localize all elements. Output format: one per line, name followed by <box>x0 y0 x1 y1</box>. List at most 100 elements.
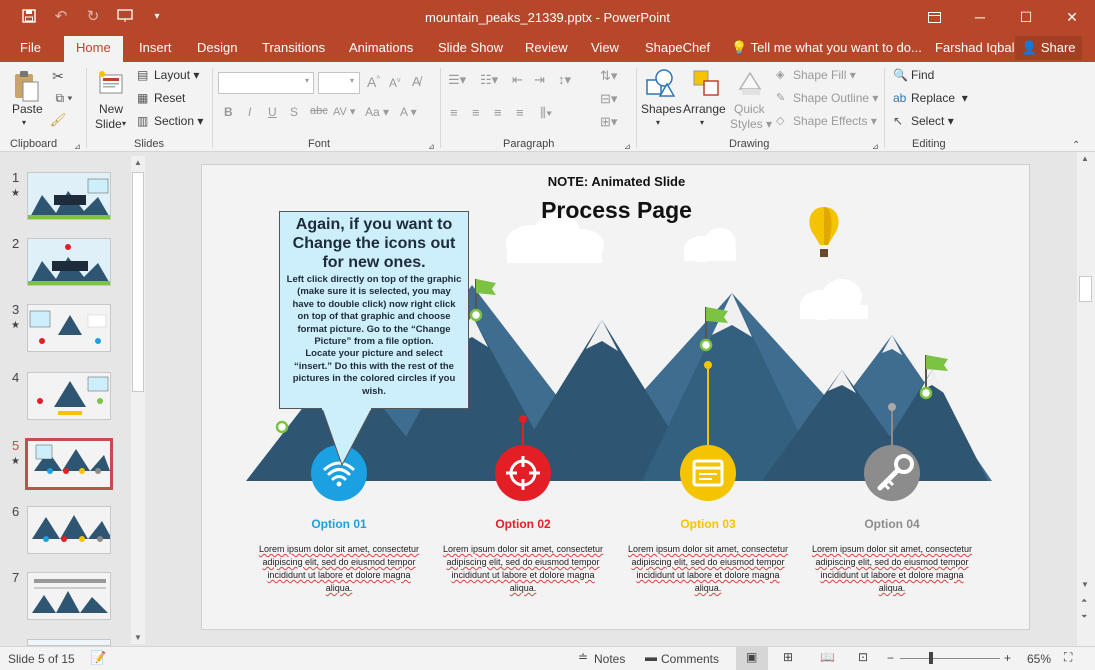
replace-button[interactable]: Replace ▾ <box>911 91 968 105</box>
paste-dropdown-icon[interactable]: ▾ <box>22 118 26 127</box>
clipboard-launcher-icon[interactable]: ⊿ <box>74 142 81 151</box>
option-description[interactable]: Lorem ipsum dolor sit amet, consectetur … <box>437 543 609 595</box>
font-launcher-icon[interactable]: ⊿ <box>428 142 435 151</box>
option-title[interactable]: Option 01 <box>259 517 419 531</box>
tab-animations[interactable]: Animations <box>349 40 413 55</box>
find-button[interactable]: Find <box>911 68 934 82</box>
user-name[interactable]: Farshad Iqbal <box>935 40 1015 55</box>
justify-icon[interactable]: ≡ <box>516 105 524 120</box>
slide-thumbnail[interactable] <box>27 506 111 554</box>
slide-note[interactable]: NOTE: Animated Slide <box>202 174 1029 189</box>
option-title[interactable]: Option 03 <box>628 517 788 531</box>
font-size-dropdown-icon[interactable]: ▾ <box>350 76 354 85</box>
tab-transitions[interactable]: Transitions <box>262 40 325 55</box>
convert-smartart-icon[interactable]: ⊞▾ <box>600 114 617 130</box>
ribbon-display-options-icon[interactable] <box>911 0 957 34</box>
numbering-icon[interactable]: ☷▾ <box>480 72 498 88</box>
scroll-thumb[interactable] <box>1079 276 1092 302</box>
font-name-input[interactable] <box>218 72 314 94</box>
paste-button[interactable]: Paste <box>12 102 43 116</box>
slide-canvas[interactable]: NOTE: Animated Slide Process Page Again,… <box>201 164 1030 630</box>
share-button[interactable]: 👤 Share <box>1015 36 1082 60</box>
change-case-icon[interactable]: Aa ▾ <box>365 105 389 119</box>
instruction-callout[interactable]: Again, if you want to Change the icons o… <box>279 211 469 409</box>
option-title[interactable]: Option 04 <box>812 517 972 531</box>
select-button[interactable]: Select ▾ <box>911 114 954 128</box>
format-painter-icon[interactable]: 🖌 <box>50 112 67 128</box>
tab-home[interactable]: Home <box>64 36 123 62</box>
shadow-icon[interactable]: S <box>290 105 298 119</box>
new-slide-label[interactable]: Slide <box>95 117 122 131</box>
slide-scrollbar[interactable]: ▲ ▼ ⏶ ⏷ <box>1077 152 1095 646</box>
option-description[interactable]: Lorem ipsum dolor sit amet, consectetur … <box>622 543 794 595</box>
tab-slide-show[interactable]: Slide Show <box>438 40 503 55</box>
slideshow-view-icon[interactable]: ⊡ <box>858 650 868 664</box>
shapes-button[interactable]: Shapes <box>641 102 682 116</box>
slide-thumbnail-active[interactable] <box>25 438 113 490</box>
tab-view[interactable]: View <box>591 40 619 55</box>
reading-view-icon[interactable]: 📖 <box>820 650 835 664</box>
tell-me-box[interactable]: 💡 Tell me what you want to do... <box>731 40 922 56</box>
paragraph-launcher-icon[interactable]: ⊿ <box>624 142 631 151</box>
line-spacing-icon[interactable]: ↕▾ <box>558 72 571 88</box>
zoom-slider-thumb[interactable] <box>929 652 933 664</box>
slide-thumbnail[interactable] <box>27 172 111 220</box>
comments-button[interactable]: Comments <box>661 652 719 666</box>
increase-font-icon[interactable]: A^ <box>367 74 380 90</box>
reset-button[interactable]: Reset <box>154 91 185 105</box>
option-description[interactable]: Lorem ipsum dolor sit amet, consectetur … <box>253 543 425 595</box>
shape-outline-button[interactable]: Shape Outline ▾ <box>793 91 878 105</box>
align-center-icon[interactable]: ≡ <box>472 105 480 120</box>
align-left-icon[interactable]: ≡ <box>450 105 458 120</box>
scroll-down-icon[interactable]: ▼ <box>134 633 142 642</box>
quick-styles-icon[interactable] <box>734 66 766 100</box>
arrange-button[interactable]: Arrange <box>683 102 726 116</box>
quick-styles-button[interactable]: Quick <box>734 102 765 116</box>
character-spacing-icon[interactable]: AV ▾ <box>333 105 355 118</box>
paste-icon[interactable] <box>10 68 42 104</box>
align-right-icon[interactable]: ≡ <box>494 105 502 120</box>
italic-icon[interactable]: I <box>248 105 251 119</box>
option-title[interactable]: Option 02 <box>443 517 603 531</box>
tab-shapechef[interactable]: ShapeChef <box>645 40 710 55</box>
underline-icon[interactable]: U <box>268 105 277 119</box>
slide-thumbnail[interactable] <box>27 304 111 352</box>
spelling-check-icon[interactable]: 📝 <box>90 650 106 666</box>
clear-formatting-icon[interactable]: A̸ <box>412 74 421 89</box>
minimize-icon[interactable]: ─ <box>957 0 1003 34</box>
tab-insert[interactable]: Insert <box>139 40 172 55</box>
tab-design[interactable]: Design <box>197 40 237 55</box>
new-slide-icon[interactable] <box>96 66 126 100</box>
columns-icon[interactable]: ⫼▾ <box>540 105 552 121</box>
scroll-thumb[interactable] <box>132 172 144 392</box>
font-name-dropdown-icon[interactable]: ▾ <box>305 76 309 85</box>
previous-slide-icon[interactable]: ⏶ <box>1081 596 1087 606</box>
bold-icon[interactable]: B <box>224 105 233 119</box>
align-text-icon[interactable]: ⊟▾ <box>600 91 617 107</box>
strikethrough-icon[interactable]: abc <box>310 105 328 117</box>
drawing-launcher-icon[interactable]: ⊿ <box>872 142 879 151</box>
new-slide-dropdown-icon[interactable]: ▾ <box>122 119 126 128</box>
bullets-icon[interactable]: ☰▾ <box>448 72 466 88</box>
new-slide-button[interactable]: New <box>99 102 123 116</box>
crosshair-icon[interactable] <box>495 445 551 501</box>
close-icon[interactable]: ✕ <box>1049 0 1095 34</box>
slide-sorter-icon[interactable]: ⊞ <box>783 650 793 664</box>
browser-window-icon[interactable] <box>680 445 736 501</box>
slide-thumbnail[interactable] <box>27 238 111 286</box>
tab-review[interactable]: Review <box>525 40 568 55</box>
option-description[interactable]: Lorem ipsum dolor sit amet, consectetur … <box>806 543 978 595</box>
shape-effects-button[interactable]: Shape Effects ▾ <box>793 114 877 128</box>
increase-indent-icon[interactable]: ⇥ <box>534 72 545 88</box>
slide-thumbnail[interactable] <box>27 372 111 420</box>
tab-file[interactable]: File <box>20 40 41 55</box>
shape-fill-button[interactable]: Shape Fill ▾ <box>793 68 856 82</box>
shapes-icon[interactable] <box>644 66 676 100</box>
shapes-dropdown-icon[interactable]: ▾ <box>656 118 660 127</box>
next-slide-icon[interactable]: ⏷ <box>1081 612 1087 622</box>
key-icon[interactable] <box>864 445 920 501</box>
decrease-indent-icon[interactable]: ⇤ <box>512 72 523 88</box>
text-direction-icon[interactable]: ⇅▾ <box>600 68 617 84</box>
decrease-font-icon[interactable]: Av <box>389 76 401 90</box>
thumbnail-scrollbar[interactable]: ▲ ▼ <box>131 156 145 644</box>
